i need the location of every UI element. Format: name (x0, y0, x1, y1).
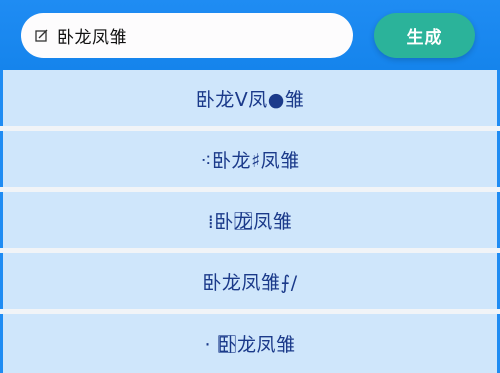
edit-icon (35, 29, 49, 43)
result-row[interactable]: 卧龙ᐯ凤●雏 (3, 70, 497, 126)
results-list: 卧龙ᐯ凤●雏 ⁖卧龙♯凤雏 ⁞卧龙⃞凤雏 卧龙凤雏⨍/ · 卧⃞龙凤雏 (0, 70, 500, 373)
result-row[interactable]: ⁖卧龙♯凤雏 (3, 131, 497, 187)
search-value: 卧龙凤雏 (57, 28, 127, 48)
result-row[interactable]: 卧龙凤雏⨍/ (3, 253, 497, 309)
result-row[interactable]: ⁞卧龙⃞凤雏 (3, 192, 497, 248)
top-toolbar: 卧龙凤雏 生成 (0, 0, 500, 70)
generate-button[interactable]: 生成 (374, 13, 475, 58)
search-input[interactable]: 卧龙凤雏 (21, 13, 353, 58)
result-row[interactable]: · 卧⃞龙凤雏 (3, 314, 497, 373)
